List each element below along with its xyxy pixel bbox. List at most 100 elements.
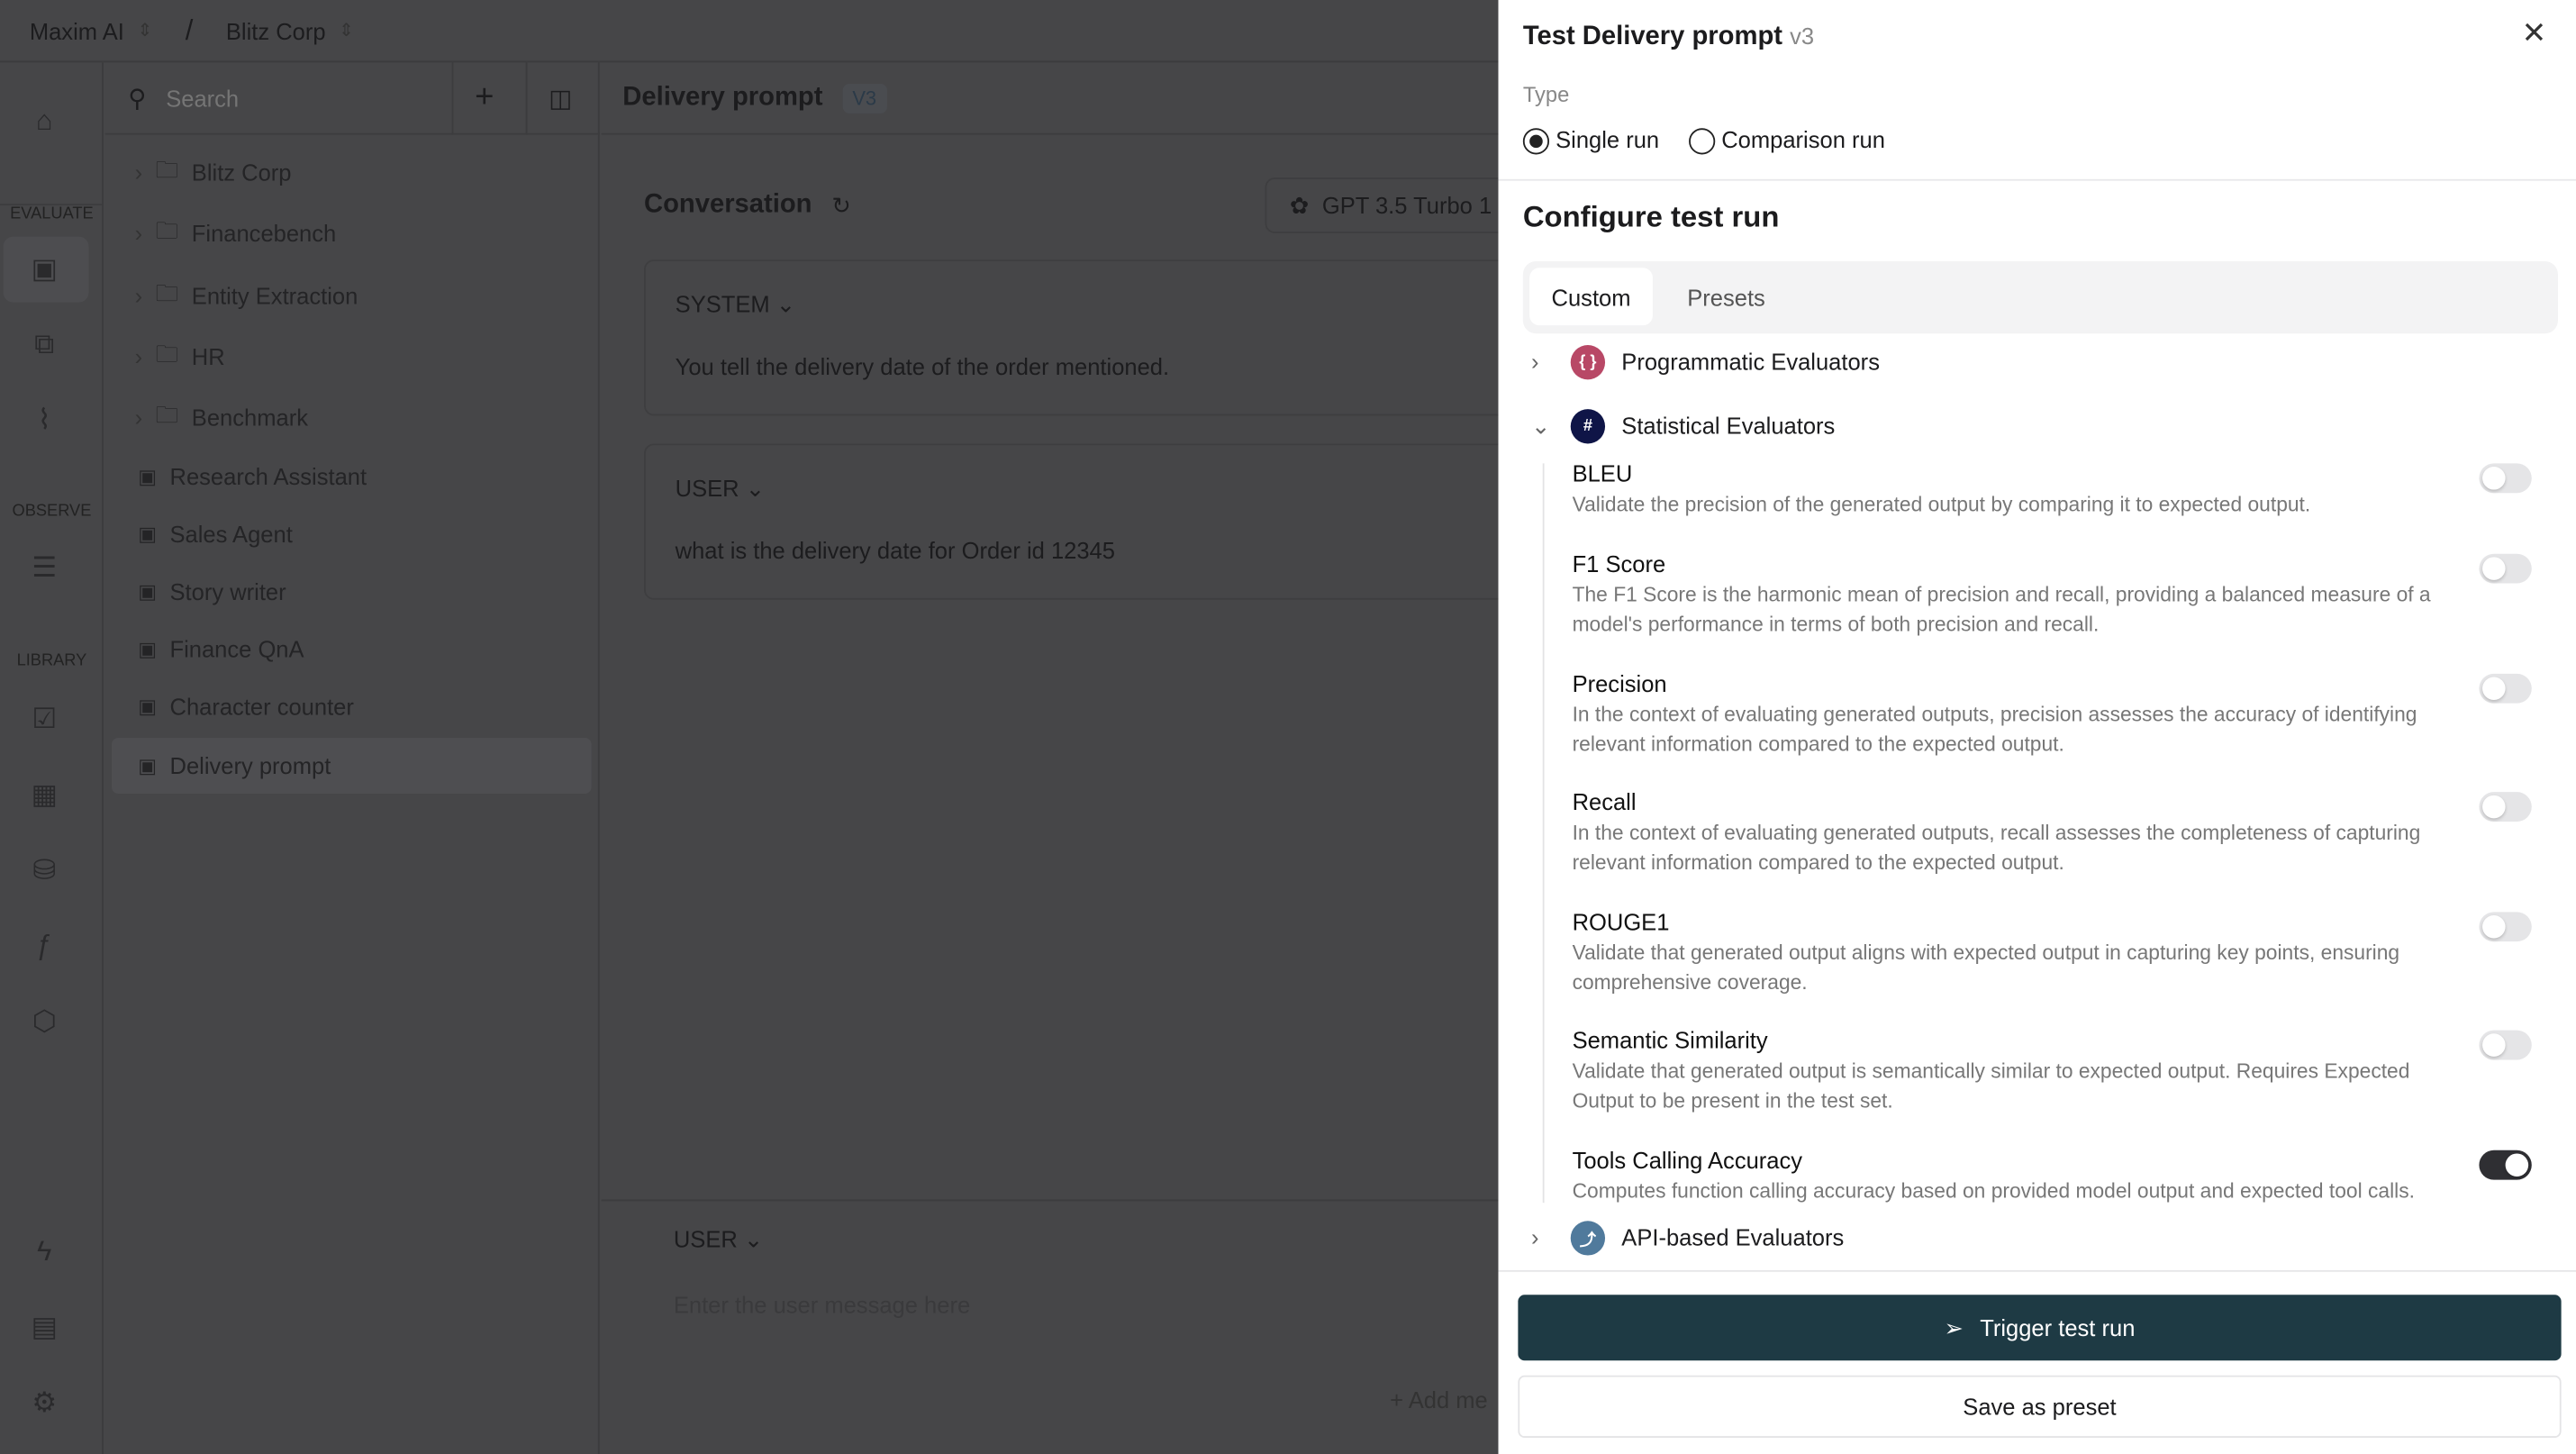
folder-icon: 🗀 xyxy=(155,278,179,305)
chevron-right-icon: › xyxy=(134,220,143,248)
breadcrumb-separator: / xyxy=(185,14,194,46)
evaluator-toggle[interactable] xyxy=(2479,792,2532,822)
chevron-down-icon: ⌄ xyxy=(1530,411,1551,439)
curly-braces-icon: { } xyxy=(1570,344,1606,379)
prompt-icon: ▣ xyxy=(138,695,157,719)
evaluator-toggle[interactable] xyxy=(2479,673,2532,704)
prompt-item[interactable]: ▣ Finance QnA xyxy=(112,622,592,677)
single-run-radio[interactable]: Single run xyxy=(1522,126,1659,155)
evaluator-toggle[interactable] xyxy=(2479,553,2532,584)
evaluator-icon[interactable]: ☑ xyxy=(28,704,60,736)
breadcrumb: Maxim AI ⇕ / Blitz Corp ⇕ xyxy=(0,0,1499,63)
hash-icon: # xyxy=(1570,408,1606,443)
send-icon: ➢ xyxy=(1944,1313,1964,1340)
type-label: Type xyxy=(1522,82,1570,107)
folder-icon: 🗀 xyxy=(155,401,179,428)
evaluator-description: The F1 Score is the harmonic mean of pre… xyxy=(1572,583,2431,636)
evaluator-toggle[interactable] xyxy=(2479,1150,2532,1180)
dataset-icon[interactable]: ▦ xyxy=(28,779,60,812)
test-run-panel: Test Delivery prompt v3 ✕ Type Single ru… xyxy=(1498,0,2576,1454)
evaluator-description: In the context of evaluating generated o… xyxy=(1572,822,2421,875)
tab-presets[interactable]: Presets xyxy=(1687,268,1765,325)
prompt-item[interactable]: ▣ Story writer xyxy=(112,564,592,620)
group-programmatic[interactable]: ›{ } Programmatic Evaluators xyxy=(1531,341,1880,381)
folder-icon: 🗀 xyxy=(155,156,179,183)
evaluator-toggle[interactable] xyxy=(2479,912,2532,942)
database-icon[interactable]: ⛁ xyxy=(28,854,60,886)
prompt-tree: ⚲ + ◫ ›🗀Blitz Corp›🗀Financebench›🗀Entity… xyxy=(104,62,600,1454)
save-preset-button[interactable]: Save as preset xyxy=(1518,1375,2562,1438)
prompt-item[interactable]: ▣ Research Assistant xyxy=(112,449,592,504)
evaluator-toggle[interactable] xyxy=(2479,1030,2532,1060)
system-text[interactable]: You tell the delivery date of the order … xyxy=(676,353,1169,379)
model-selector[interactable]: ✿ GPT 3.5 Turbo 1 xyxy=(1265,177,1528,234)
tab-custom[interactable]: Custom xyxy=(1529,268,1653,326)
user-text[interactable]: what is the delivery date for Order id 1… xyxy=(676,537,1115,563)
user-label[interactable]: USER ⌄ xyxy=(676,475,765,503)
evaluator-item: Tools Calling Accuracy Computes function … xyxy=(1573,1147,2558,1206)
workflow-icon[interactable]: ⧉ xyxy=(28,329,60,361)
evaluator-name: Recall xyxy=(1572,788,1637,815)
workspace-switcher[interactable]: Blitz Corp xyxy=(226,17,326,43)
input-role-label[interactable]: USER ⌄ xyxy=(674,1226,763,1254)
evaluator-name: Semantic Similarity xyxy=(1572,1027,1768,1054)
evaluator-description: Validate the precision of the generated … xyxy=(1572,493,2311,516)
refresh-icon[interactable]: ↻ xyxy=(831,191,850,219)
close-icon[interactable]: ✕ xyxy=(2522,16,2547,50)
chevron-right-icon: › xyxy=(134,281,143,309)
evaluator-item: Semantic Similarity Validate that generat… xyxy=(1573,1027,2558,1115)
section-label: EVALUATE xyxy=(0,204,104,223)
prompt-item[interactable]: ▣ Delivery prompt xyxy=(112,737,592,794)
function-icon[interactable]: ƒ xyxy=(28,930,60,962)
evaluator-item: Precision In the context of evaluating ge… xyxy=(1573,670,2558,759)
version-badge: V3 xyxy=(842,83,887,113)
folder-icon: 🗀 xyxy=(155,340,179,367)
activity-icon[interactable]: ⌇ xyxy=(28,404,60,437)
folder-item[interactable]: › 🗀 HR xyxy=(112,329,592,385)
trigger-test-run-button[interactable]: ➢ Trigger test run xyxy=(1518,1295,2562,1361)
prompt-item[interactable]: ▣ Character counter xyxy=(112,679,592,735)
system-message[interactable]: SYSTEM ⌄ You tell the delivery date of t… xyxy=(644,259,1531,416)
evaluator-toggle[interactable] xyxy=(2479,463,2532,494)
prompt-item[interactable]: ▣ Sales Agent xyxy=(112,506,592,562)
evaluator-name: Tools Calling Accuracy xyxy=(1572,1147,1803,1174)
folder-item[interactable]: › 🗀 Financebench xyxy=(112,206,592,262)
comparison-run-radio[interactable]: Comparison run xyxy=(1688,126,1885,155)
system-label[interactable]: SYSTEM ⌄ xyxy=(676,291,796,319)
group-api[interactable]: › ⤴ API-based Evaluators xyxy=(1531,1218,1844,1258)
evaluator-name: BLEU xyxy=(1572,459,1633,486)
docs-icon[interactable]: ▤ xyxy=(28,1312,60,1344)
evaluator-description: Validate that generated output is semant… xyxy=(1572,1059,2410,1113)
search-icon: ⚲ xyxy=(128,84,147,113)
evaluator-name: ROUGE1 xyxy=(1572,908,1670,935)
section-label: LIBRARY xyxy=(16,652,87,671)
home-icon[interactable]: ⌂ xyxy=(28,105,60,138)
user-message[interactable]: USER ⌄ what is the delivery date for Ord… xyxy=(644,443,1531,600)
chevron-down-icon: ⌄ xyxy=(743,1225,764,1252)
search-input[interactable] xyxy=(166,84,413,112)
folder-item[interactable]: › 🗀 Entity Extraction xyxy=(112,268,592,323)
folder-item[interactable]: › 🗀 Blitz Corp xyxy=(112,145,592,201)
collapse-sidebar-icon[interactable]: ◫ xyxy=(549,83,572,113)
gear-icon[interactable]: ⚙ xyxy=(28,1386,60,1419)
chevron-right-icon: › xyxy=(134,159,143,186)
chevron-updown-icon[interactable]: ⇕ xyxy=(339,20,354,41)
settings-hex-icon[interactable]: ⬡ xyxy=(28,1005,60,1038)
nav-rail: ⌂ EVALUATE ▣ ⧉ ⌇ OBSERVE ☰ LIBRARY ☑ ▦ ⛁… xyxy=(0,62,104,1454)
user-message-input[interactable]: Enter the user message here xyxy=(674,1292,970,1318)
folder-item[interactable]: › 🗀 Benchmark xyxy=(112,390,592,446)
chevron-updown-icon[interactable]: ⇕ xyxy=(137,20,152,41)
add-message-button[interactable]: + Add me xyxy=(1390,1386,1488,1413)
chevron-right-icon: › xyxy=(1530,348,1539,375)
evaluator-description: In the context of evaluating generated o… xyxy=(1572,703,2417,757)
bolt-icon[interactable]: ϟ xyxy=(28,1236,60,1268)
add-icon[interactable]: + xyxy=(475,79,494,117)
prompt-icon: ▣ xyxy=(138,523,157,546)
chevron-right-icon: › xyxy=(1530,1223,1539,1251)
prompt-icon: ▣ xyxy=(138,638,157,661)
prompt-editor: Delivery prompt V3 Conversation ↻ ✿ GPT 3… xyxy=(601,62,1531,1454)
prompt-icon[interactable]: ▣ xyxy=(28,253,60,286)
logs-icon[interactable]: ☰ xyxy=(28,552,60,585)
group-statistical[interactable]: ⌄ # Statistical Evaluators xyxy=(1531,406,1835,446)
org-switcher[interactable]: Maxim AI xyxy=(30,17,124,43)
